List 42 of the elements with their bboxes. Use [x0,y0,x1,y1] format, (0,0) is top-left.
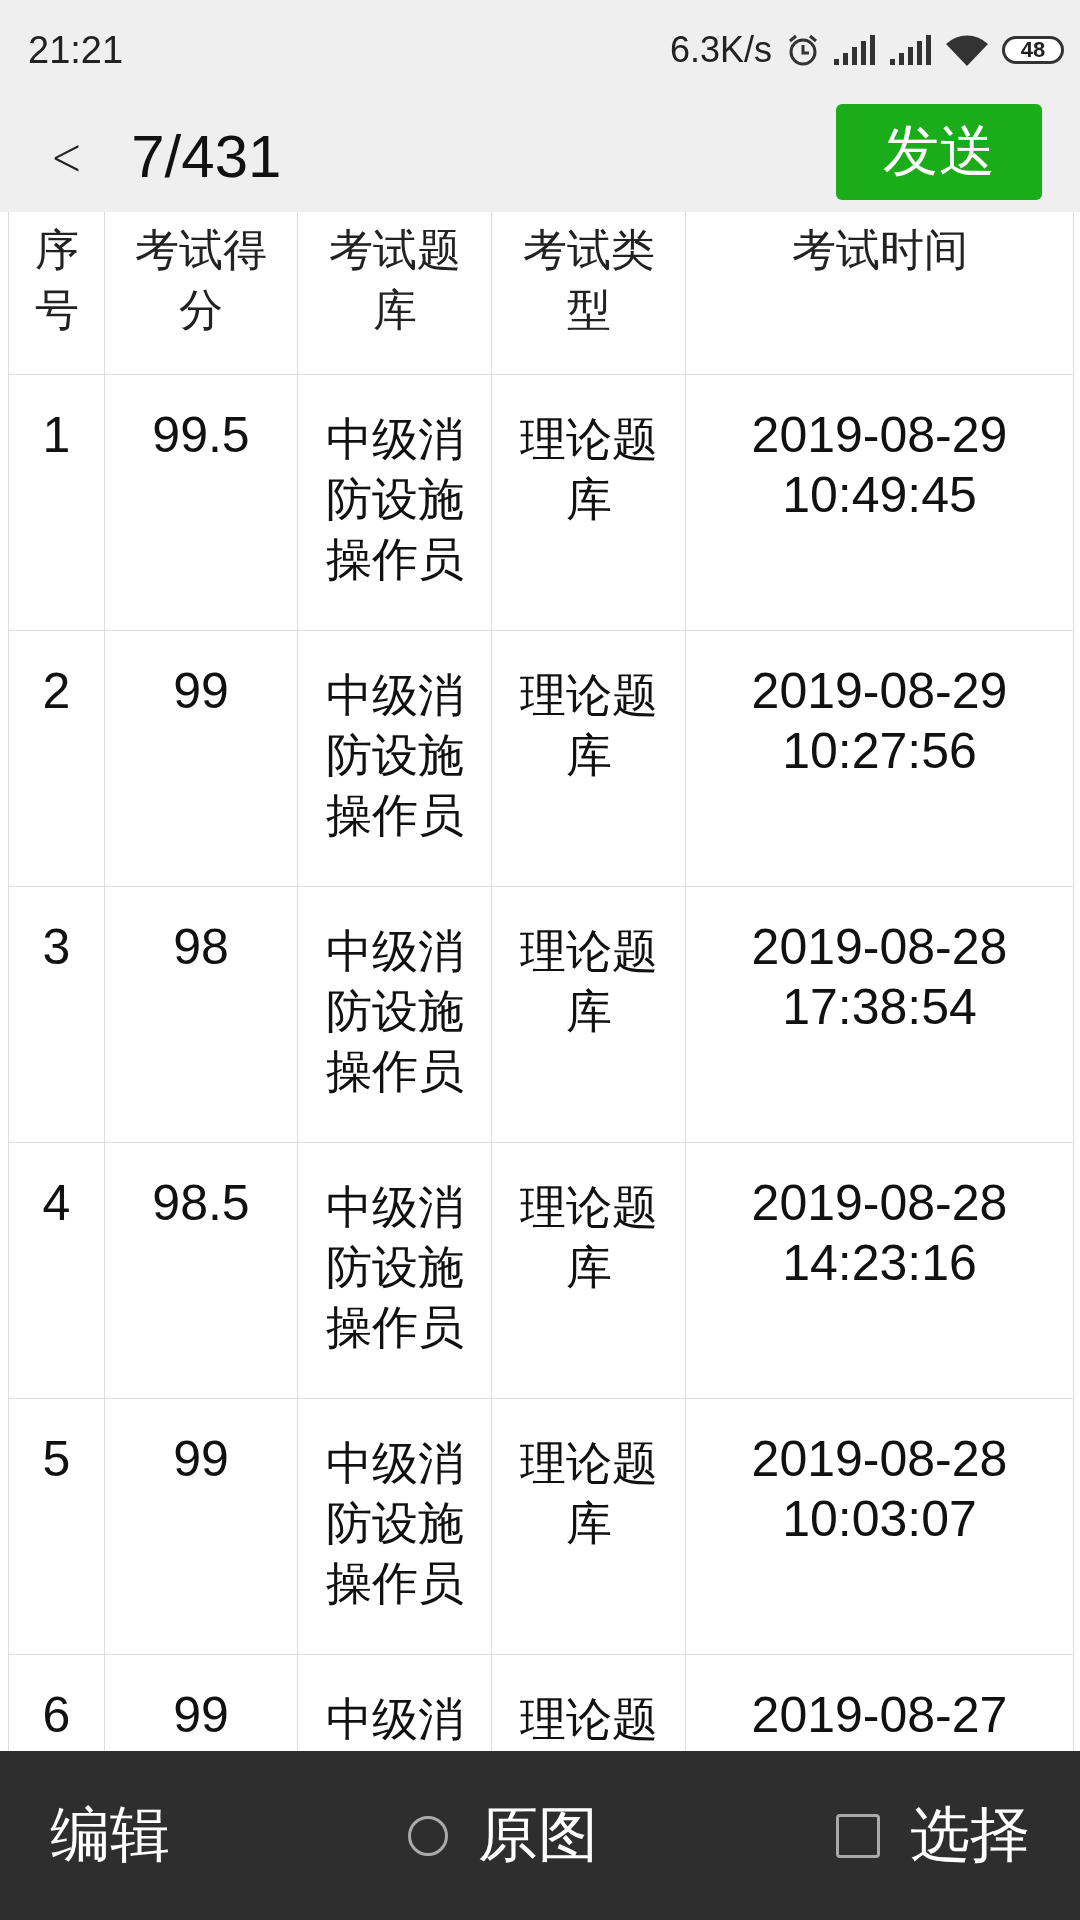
alarm-icon [786,33,820,67]
table-cell: 中级消防设施操作员 [298,1399,492,1655]
table-cell: 98.5 [105,1143,298,1399]
table-cell: 中级消防设施操作员 [298,631,492,887]
column-header: 考试得分 [105,212,298,375]
column-header: 考试题库 [298,212,492,375]
network-speed: 6.3K/s [669,29,772,71]
table-cell: 98 [105,887,298,1143]
column-header: 序号 [9,212,105,375]
table-cell: 4 [9,1143,105,1399]
battery-icon: 48 [1002,36,1064,64]
table-cell: 1 [9,375,105,631]
table-cell: 理论题库 [492,1399,686,1655]
table-cell: 5 [9,1399,105,1655]
table-cell: 理论题库 [492,887,686,1143]
table-cell: 2019-08-28 10:03:07 [686,1399,1074,1655]
table-cell: 2019-08-28 17:38:54 [686,887,1074,1143]
select-option[interactable]: 选择 [836,1795,1030,1876]
table-cell: 99 [105,1399,298,1655]
table-cell: 中级消防设施操作员 [298,1143,492,1399]
signal-icon [834,35,876,65]
table-cell: 99.5 [105,375,298,631]
checkbox[interactable] [836,1813,880,1858]
table-cell: 中级消防设施操作员 [298,887,492,1143]
table-cell: 中级消防设施操作员 [298,375,492,631]
table-cell: 99 [105,631,298,887]
table-cell: 2019-08-29 10:27:56 [686,631,1074,887]
table-cell: 3 [9,887,105,1143]
column-header: 考试时间 [686,212,1074,375]
table-cell: 理论题库 [492,1143,686,1399]
radio-button[interactable] [408,1815,448,1856]
back-button[interactable]: < [45,124,89,188]
wifi-icon [946,34,988,66]
table-cell: 理论题库 [492,631,686,887]
column-header: 考试类型 [492,212,686,375]
table-cell: 2019-08-29 10:49:45 [686,375,1074,631]
image-counter: 7/431 [131,121,283,191]
table-cell: 2 [9,631,105,887]
clock: 21:21 [28,28,124,72]
signal-icon [890,35,932,65]
table-cell: 理论题库 [492,375,686,631]
table-cell: 2019-08-28 14:23:16 [686,1143,1074,1399]
